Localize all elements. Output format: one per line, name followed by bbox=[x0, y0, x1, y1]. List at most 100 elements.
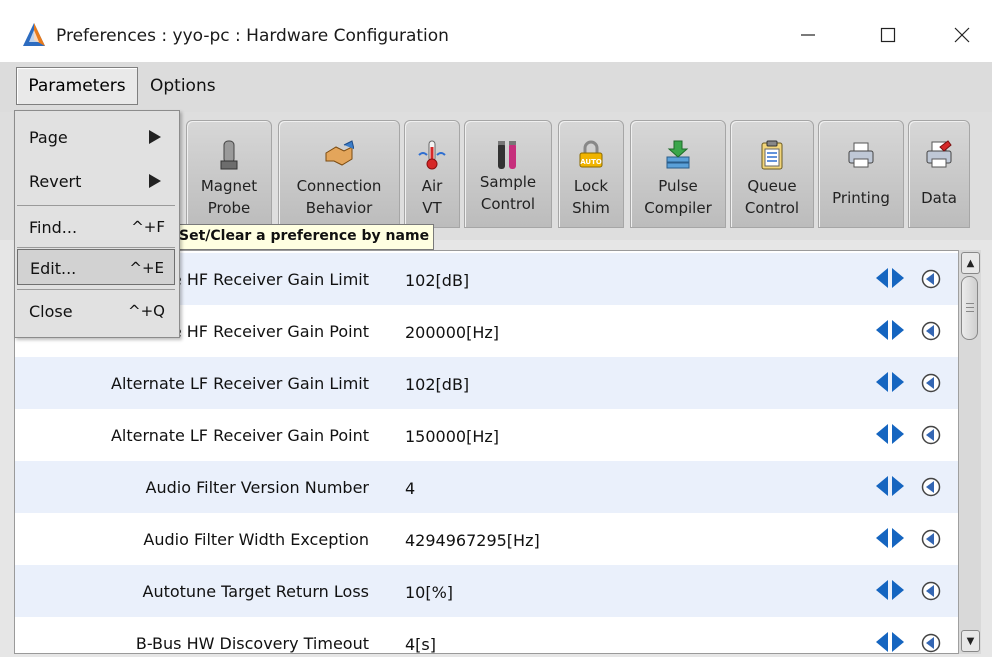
minimize-icon bbox=[801, 34, 815, 36]
pref-value[interactable]: 4[s] bbox=[405, 635, 436, 653]
menu-separator bbox=[17, 289, 175, 290]
menu-item-label: Page bbox=[29, 128, 68, 147]
tab-label: Lock Shim bbox=[572, 177, 610, 217]
tab-label: Queue Control bbox=[744, 177, 800, 217]
tab-label: Printing bbox=[832, 189, 890, 207]
maximize-icon bbox=[880, 27, 896, 43]
tab-label: Sample Control bbox=[479, 173, 537, 213]
pref-value[interactable]: 102[dB] bbox=[405, 271, 469, 290]
tab-magnet-probe[interactable]: Magnet Probe bbox=[186, 120, 272, 228]
scroll-grip bbox=[966, 303, 974, 304]
tab-pulse-compiler[interactable]: Pulse Compiler bbox=[630, 120, 726, 228]
menu-options[interactable]: Options bbox=[150, 76, 216, 96]
data-printer-icon bbox=[926, 140, 952, 168]
auto-lock-icon: AUTO bbox=[579, 140, 603, 168]
scroll-down-button[interactable]: ▼ bbox=[961, 630, 980, 652]
revert-icon[interactable] bbox=[921, 269, 941, 289]
revert-icon[interactable] bbox=[921, 425, 941, 445]
pref-name: Audio Filter Version Number bbox=[145, 478, 369, 497]
left-right-arrows-icon[interactable] bbox=[875, 319, 905, 341]
tab-printing[interactable]: Printing bbox=[818, 120, 904, 228]
left-right-arrows-icon[interactable] bbox=[875, 631, 905, 653]
pref-name: B-Bus HW Discovery Timeout bbox=[135, 634, 369, 653]
tab-label: Connection Behavior bbox=[296, 177, 382, 217]
download-stack-icon bbox=[666, 140, 690, 169]
menu-item-revert[interactable]: Revert bbox=[17, 163, 175, 199]
svg-text:AUTO: AUTO bbox=[580, 158, 602, 166]
thermometer-icon bbox=[418, 140, 446, 170]
tab-label: Air VT bbox=[421, 177, 443, 217]
menu-item-label: Find... bbox=[29, 218, 78, 237]
close-window-button[interactable] bbox=[940, 14, 984, 56]
magnet-probe-icon bbox=[220, 140, 238, 170]
scroll-thumb[interactable] bbox=[961, 276, 978, 340]
window-titlebar: Preferences : yyo-pc : Hardware Configur… bbox=[0, 0, 992, 62]
tab-sample-control[interactable]: Sample Control bbox=[464, 120, 552, 228]
menu-item-label: Revert bbox=[29, 172, 82, 191]
tab-air-vt[interactable]: Air VT bbox=[404, 120, 460, 228]
pref-value[interactable]: 4294967295[Hz] bbox=[405, 531, 540, 550]
app-logo-icon bbox=[23, 23, 45, 46]
revert-icon[interactable] bbox=[921, 633, 941, 653]
pref-name: Alternate LF Receiver Gain Limit bbox=[111, 374, 369, 393]
clipboard-icon bbox=[761, 140, 783, 170]
tooltip: Set/Clear a preference by name bbox=[174, 224, 435, 250]
maximize-button[interactable] bbox=[866, 14, 910, 56]
tab-label: Magnet Probe bbox=[200, 177, 258, 217]
window-title: Preferences : yyo-pc : Hardware Configur… bbox=[56, 26, 449, 46]
pref-value[interactable]: 102[dB] bbox=[405, 375, 469, 394]
pref-name: Autotune Target Return Loss bbox=[142, 582, 370, 601]
submenu-arrow-icon bbox=[149, 130, 161, 144]
revert-icon[interactable] bbox=[921, 529, 941, 549]
left-right-arrows-icon[interactable] bbox=[875, 475, 905, 497]
scroll-up-button[interactable]: ▲ bbox=[961, 252, 980, 274]
table-row[interactable]: Alternate LF Receiver Gain Point 150000[… bbox=[15, 409, 961, 461]
menu-parameters[interactable]: Parameters bbox=[16, 67, 138, 105]
close-icon bbox=[954, 27, 970, 43]
pref-name: Alternate LF Receiver Gain Point bbox=[110, 426, 369, 445]
menu-item-shortcut: ^+Q bbox=[128, 302, 165, 320]
revert-icon[interactable] bbox=[921, 321, 941, 341]
pref-value[interactable]: 200000[Hz] bbox=[405, 323, 499, 342]
pref-value[interactable]: 150000[Hz] bbox=[405, 427, 499, 446]
scroll-grip bbox=[966, 307, 974, 308]
table-row[interactable]: Audio Filter Version Number 4 bbox=[15, 461, 961, 513]
menu-item-find[interactable]: Find... ^+F bbox=[17, 209, 175, 245]
left-right-arrows-icon[interactable] bbox=[875, 527, 905, 549]
left-right-arrows-icon[interactable] bbox=[875, 423, 905, 445]
revert-icon[interactable] bbox=[921, 477, 941, 497]
table-row[interactable]: Alternate LF Receiver Gain Limit 102[dB] bbox=[15, 357, 961, 409]
printer-icon bbox=[848, 142, 874, 168]
tab-connection-behavior[interactable]: Connection Behavior bbox=[278, 120, 400, 228]
scroll-grip bbox=[966, 311, 974, 312]
menu-item-shortcut: ^+F bbox=[131, 218, 165, 236]
menu-item-close[interactable]: Close ^+Q bbox=[17, 293, 175, 329]
sample-tubes-icon bbox=[498, 141, 516, 169]
left-right-arrows-icon[interactable] bbox=[875, 371, 905, 393]
menu-item-edit[interactable]: Edit... ^+E bbox=[17, 249, 175, 285]
tab-lock-shim[interactable]: AUTO Lock Shim bbox=[558, 120, 624, 228]
menu-bar bbox=[0, 62, 992, 112]
menu-separator bbox=[17, 247, 175, 248]
tab-queue-control[interactable]: Queue Control bbox=[730, 120, 814, 228]
left-right-arrows-icon[interactable] bbox=[875, 579, 905, 601]
tab-label: Pulse Compiler bbox=[644, 177, 712, 217]
left-right-arrows-icon[interactable] bbox=[875, 267, 905, 289]
parameters-dropdown-menu: Page Revert Find... ^+F Edit... ^+E Clos… bbox=[14, 110, 180, 338]
tab-data[interactable]: Data bbox=[908, 120, 970, 228]
table-row[interactable]: Audio Filter Width Exception 4294967295[… bbox=[15, 513, 961, 565]
menu-item-page[interactable]: Page bbox=[17, 119, 175, 155]
handshake-icon bbox=[325, 140, 354, 166]
minimize-button[interactable] bbox=[786, 14, 830, 56]
vertical-scrollbar[interactable]: ▲ ▼ bbox=[958, 250, 981, 654]
revert-icon[interactable] bbox=[921, 373, 941, 393]
menu-item-shortcut: ^+E bbox=[129, 259, 164, 277]
table-row[interactable]: Autotune Target Return Loss 10[%] bbox=[15, 565, 961, 617]
pref-value[interactable]: 10[%] bbox=[405, 583, 453, 602]
submenu-arrow-icon bbox=[149, 174, 161, 188]
pref-value[interactable]: 4 bbox=[405, 479, 415, 498]
revert-icon[interactable] bbox=[921, 581, 941, 601]
menu-item-label: Edit... bbox=[30, 259, 77, 278]
pref-name: Audio Filter Width Exception bbox=[143, 530, 369, 549]
table-row[interactable]: B-Bus HW Discovery Timeout 4[s] bbox=[15, 617, 961, 653]
